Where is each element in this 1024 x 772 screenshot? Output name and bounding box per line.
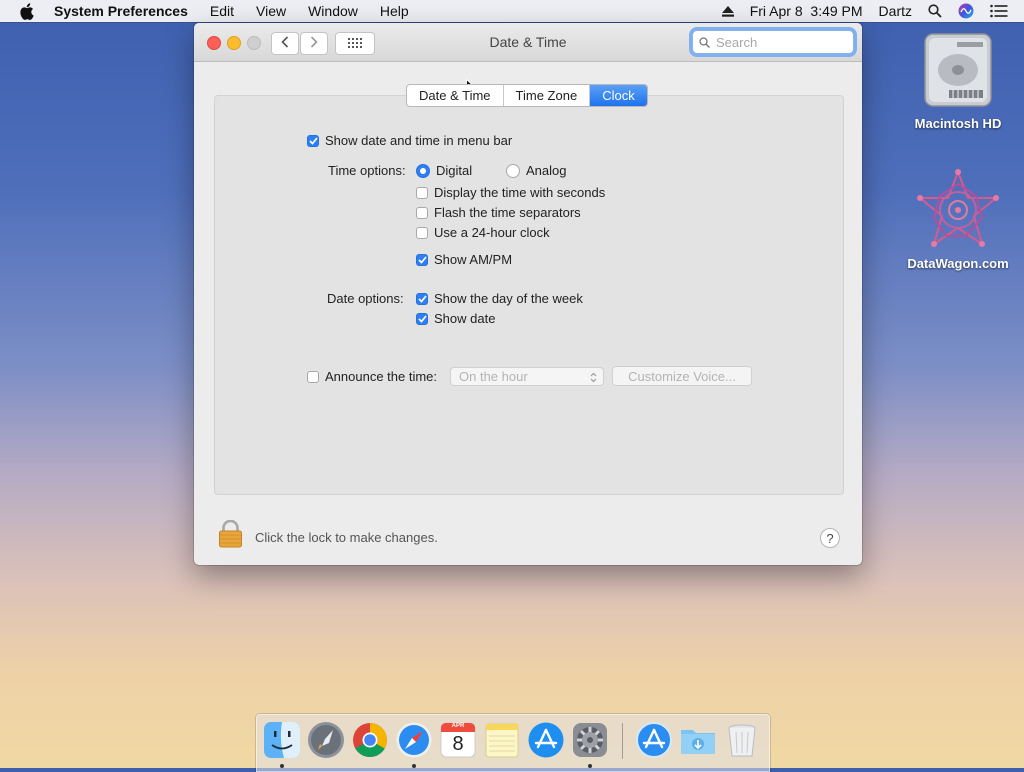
help-button[interactable]: ?	[820, 528, 840, 548]
time-options-label: Time options:	[328, 163, 406, 178]
search-icon	[699, 36, 710, 48]
window-titlebar[interactable]: Date & Time	[194, 23, 862, 62]
announce-interval-value: On the hour	[459, 369, 528, 384]
ampm-label: Show AM/PM	[434, 252, 513, 267]
show-in-menubar-checkbox[interactable]	[307, 134, 319, 147]
show-date-checkbox[interactable]	[416, 312, 428, 325]
analog-radio[interactable]	[506, 163, 520, 178]
running-indicator	[588, 764, 592, 768]
search-input[interactable]	[714, 33, 848, 51]
menu-help[interactable]: Help	[380, 3, 409, 19]
announce-label: Announce the time:	[325, 369, 438, 384]
downloads-folder-icon[interactable]	[679, 721, 717, 759]
running-indicator	[280, 764, 284, 768]
desktop-icon-label: Macintosh HD	[914, 116, 1002, 131]
notification-center-icon[interactable]	[990, 4, 1008, 18]
applications-folder-icon[interactable]	[635, 721, 673, 759]
announce-checkbox[interactable]	[307, 370, 319, 383]
seconds-row: Display the time with seconds	[416, 185, 605, 200]
show-date-row: Show date	[416, 311, 495, 326]
seconds-checkbox[interactable]	[416, 186, 428, 199]
spotlight-search-icon[interactable]	[928, 4, 942, 18]
menu-edit[interactable]: Edit	[210, 3, 234, 19]
menubar-clock[interactable]: Fri Apr 8 3:49 PM	[750, 3, 863, 19]
show-in-menubar-row: Show date and time in menu bar	[307, 133, 512, 148]
search-field[interactable]	[692, 30, 854, 54]
calendar-day: 8	[452, 733, 464, 755]
desktop-icon-macintosh-hd[interactable]: Macintosh HD	[898, 30, 1018, 131]
calendar-month: APR	[451, 723, 465, 729]
24-hour-checkbox[interactable]	[416, 226, 428, 239]
flash-separators-checkbox[interactable]	[416, 206, 428, 219]
announce-interval-select[interactable]: On the hour	[450, 367, 604, 386]
digital-radio[interactable]	[416, 163, 430, 178]
show-in-menubar-label: Show date and time in menu bar	[325, 133, 513, 148]
menu-view[interactable]: View	[256, 3, 286, 19]
24-hour-label: Use a 24-hour clock	[434, 225, 550, 240]
tab-time-zone[interactable]: Time Zone	[504, 85, 591, 106]
day-of-week-row: Show the day of the week	[416, 291, 583, 306]
siri-icon[interactable]	[958, 3, 974, 19]
ampm-checkbox[interactable]	[416, 253, 428, 266]
digital-radio-row[interactable]: Digital	[416, 163, 472, 178]
dock-separator	[622, 723, 623, 759]
lock-message: Click the lock to make changes.	[255, 530, 438, 545]
finder-icon[interactable]	[263, 721, 301, 759]
launchpad-icon[interactable]	[307, 721, 345, 759]
tab-date-time[interactable]: Date & Time	[407, 85, 504, 106]
menu-bar: System Preferences Edit View Window Help…	[0, 0, 1024, 22]
day-of-week-checkbox[interactable]	[416, 292, 428, 305]
analog-label: Analog	[526, 163, 567, 178]
24-hour-row: Use a 24-hour clock	[416, 225, 550, 240]
lock-icon[interactable]	[218, 519, 243, 551]
date-time-window: Date & Time Date & Time Time Zone Clock …	[194, 23, 862, 565]
seconds-label: Display the time with seconds	[434, 185, 606, 200]
day-of-week-label: Show the day of the week	[434, 291, 583, 306]
announce-row: Announce the time:	[307, 369, 437, 384]
notes-icon[interactable]	[483, 721, 521, 759]
up-down-chevron-icon	[590, 371, 597, 386]
tab-clock[interactable]: Clock	[590, 85, 647, 106]
calendar-icon[interactable]: APR 8	[439, 721, 477, 759]
tab-bar: Date & Time Time Zone Clock	[406, 84, 648, 107]
hard-drive-icon	[921, 30, 995, 110]
apple-menu-icon[interactable]	[19, 2, 37, 20]
datawagon-logo-icon	[916, 168, 1000, 252]
menubar-user[interactable]: Dartz	[879, 3, 912, 19]
menu-window[interactable]: Window	[308, 3, 358, 19]
ampm-row: Show AM/PM	[416, 252, 512, 267]
system-preferences-icon[interactable]	[571, 721, 609, 759]
flash-separators-row: Flash the time separators	[416, 205, 581, 220]
safari-icon[interactable]	[395, 721, 433, 759]
menu-app-name[interactable]: System Preferences	[54, 3, 188, 19]
show-date-label: Show date	[434, 311, 496, 326]
eject-icon[interactable]	[721, 5, 734, 17]
dock: APR 8	[256, 714, 770, 772]
digital-label: Digital	[436, 163, 473, 178]
analog-radio-row[interactable]: Analog	[506, 163, 566, 178]
running-indicator	[412, 764, 416, 768]
date-options-label: Date options:	[327, 291, 404, 306]
trash-icon[interactable]	[723, 721, 761, 759]
app-store-icon[interactable]	[527, 721, 565, 759]
desktop-icon-datawagon[interactable]: DataWagon.com	[898, 168, 1018, 271]
customize-voice-button[interactable]: Customize Voice...	[612, 366, 752, 386]
flash-separators-label: Flash the time separators	[434, 205, 581, 220]
desktop-icon-label: DataWagon.com	[907, 256, 1009, 271]
chrome-icon[interactable]	[351, 721, 389, 759]
